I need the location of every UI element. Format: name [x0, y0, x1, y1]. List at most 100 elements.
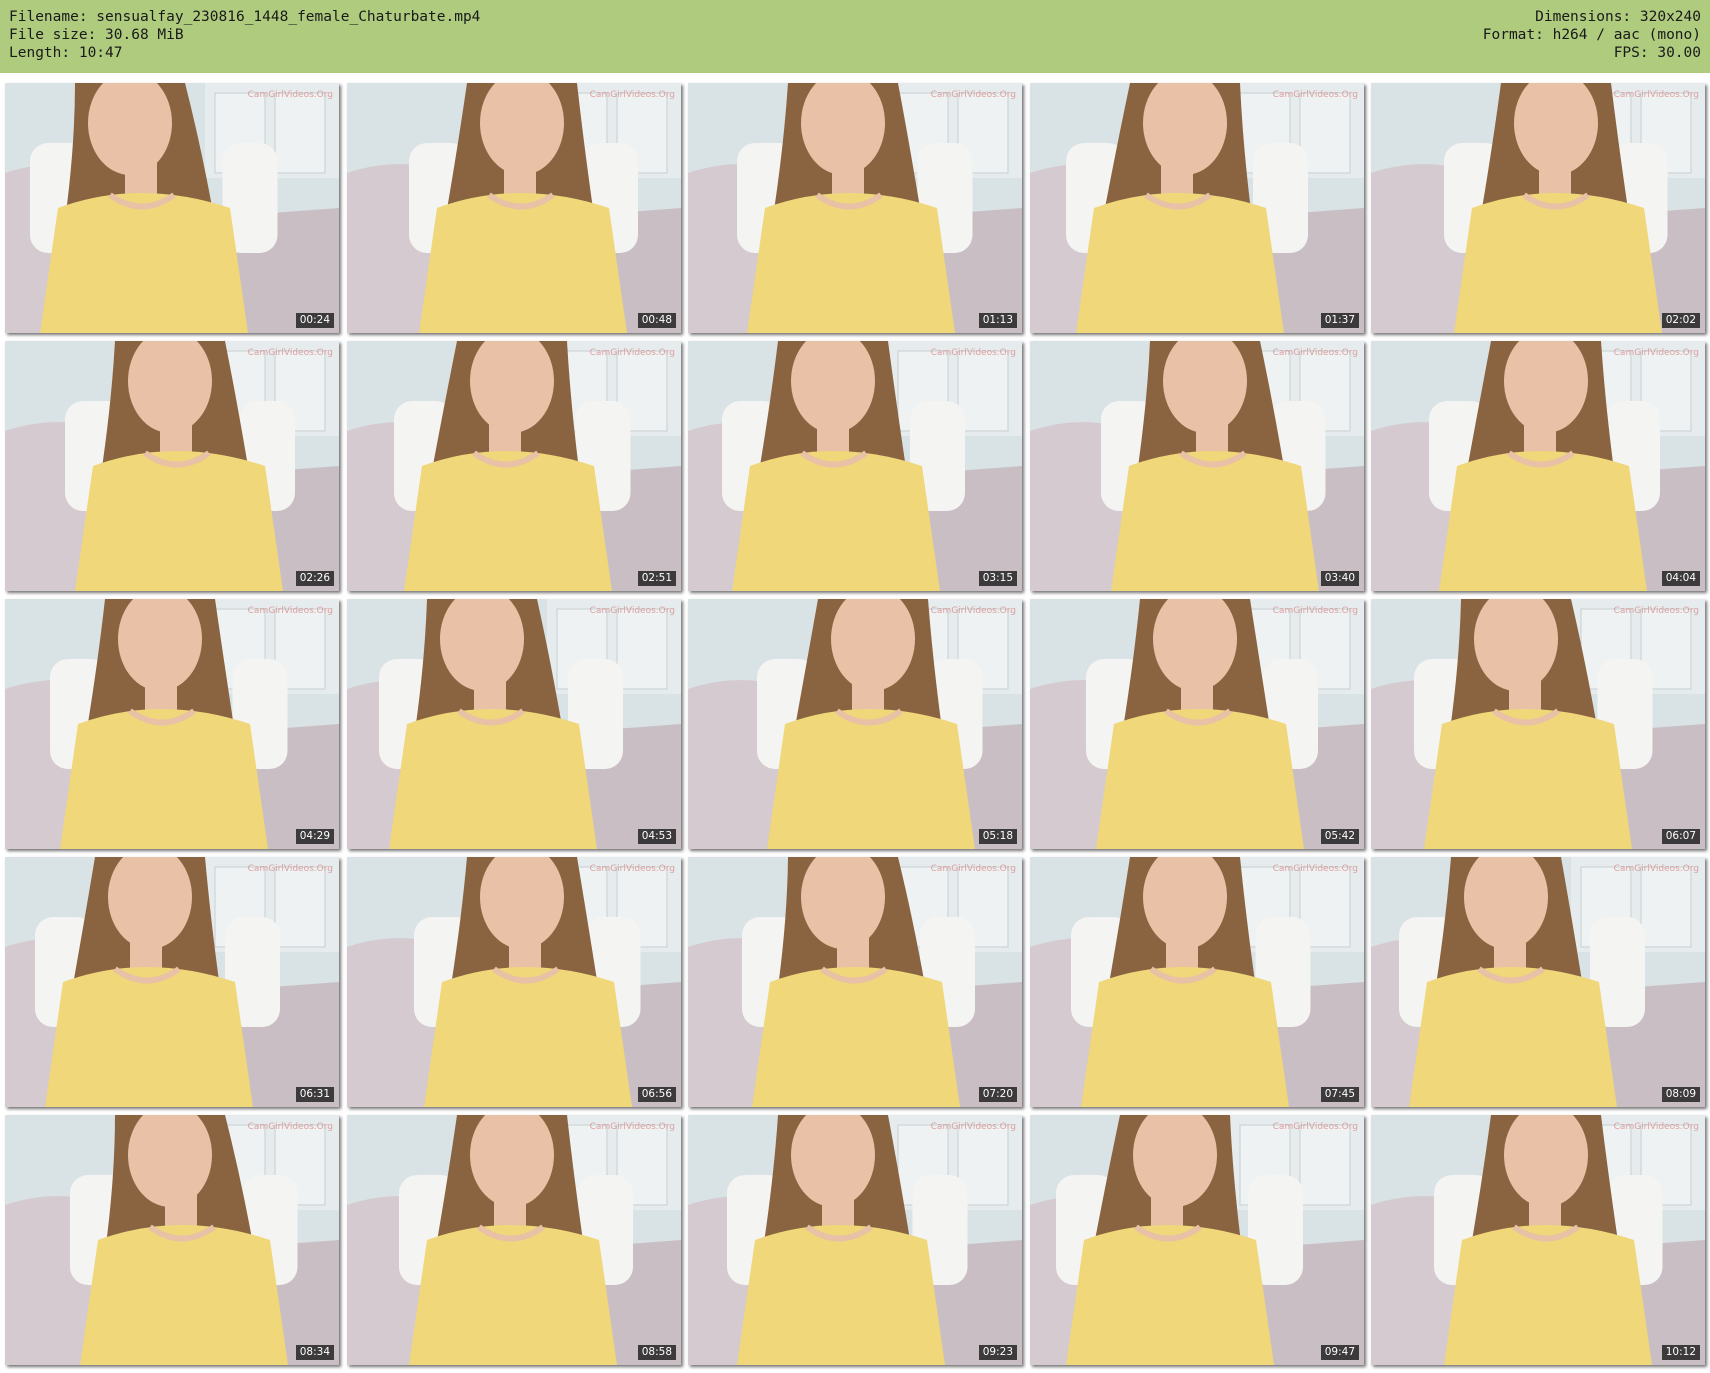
svg-text:CamGirlVideos.Org: CamGirlVideos.Org	[931, 90, 1016, 100]
frame-image: CamGirlVideos.Org	[5, 599, 339, 849]
svg-text:CamGirlVideos.Org: CamGirlVideos.Org	[590, 90, 675, 100]
filesize-text: File size: 30.68 MiB	[9, 27, 184, 43]
video-frame-thumbnail[interactable]: CamGirlVideos.Org 06:56	[347, 857, 681, 1107]
video-frame-thumbnail[interactable]: CamGirlVideos.Org 09:23	[688, 1115, 1022, 1365]
svg-text:CamGirlVideos.Org: CamGirlVideos.Org	[1614, 348, 1699, 358]
svg-text:CamGirlVideos.Org: CamGirlVideos.Org	[1614, 1122, 1699, 1132]
frame-image: CamGirlVideos.Org	[688, 1115, 1022, 1365]
video-frame-thumbnail[interactable]: CamGirlVideos.Org 03:15	[688, 341, 1022, 591]
video-frame-thumbnail[interactable]: CamGirlVideos.Org 01:37	[1030, 83, 1364, 333]
frame-image: CamGirlVideos.Org	[347, 857, 681, 1107]
fps-text: FPS: 30.00	[1613, 45, 1701, 61]
video-frame-thumbnail[interactable]: CamGirlVideos.Org 06:07	[1371, 599, 1705, 849]
timestamp-label: 02:51	[637, 571, 676, 586]
svg-text:CamGirlVideos.Org: CamGirlVideos.Org	[1273, 864, 1358, 874]
timestamp-label: 01:37	[1320, 313, 1359, 328]
video-frame-thumbnail[interactable]: CamGirlVideos.Org 06:31	[5, 857, 339, 1107]
frame-image: CamGirlVideos.Org	[5, 1115, 339, 1365]
contact-sheet-header: Filename: sensualfay_230816_1448_female_…	[0, 0, 1710, 73]
frame-image: CamGirlVideos.Org	[688, 341, 1022, 591]
timestamp-label: 05:42	[1320, 829, 1359, 844]
video-frame-thumbnail[interactable]: CamGirlVideos.Org 08:34	[5, 1115, 339, 1365]
svg-text:CamGirlVideos.Org: CamGirlVideos.Org	[931, 864, 1016, 874]
video-frame-thumbnail[interactable]: CamGirlVideos.Org 05:18	[688, 599, 1022, 849]
dimensions-text: Dimensions: 320x240	[1535, 9, 1701, 25]
video-frame-thumbnail[interactable]: CamGirlVideos.Org 04:53	[347, 599, 681, 849]
frame-image: CamGirlVideos.Org	[5, 341, 339, 591]
timestamp-label: 00:24	[295, 313, 334, 328]
frame-image: CamGirlVideos.Org	[688, 83, 1022, 333]
video-frame-thumbnail[interactable]: CamGirlVideos.Org 04:04	[1371, 341, 1705, 591]
frame-image: CamGirlVideos.Org	[1030, 341, 1364, 591]
length-text: Length: 10:47	[9, 45, 123, 61]
video-frame-thumbnail[interactable]: CamGirlVideos.Org 03:40	[1030, 341, 1364, 591]
frame-image: CamGirlVideos.Org	[1030, 1115, 1364, 1365]
svg-text:CamGirlVideos.Org: CamGirlVideos.Org	[1614, 606, 1699, 616]
format-text: Format: h264 / aac (mono)	[1482, 27, 1701, 43]
timestamp-label: 07:45	[1320, 1087, 1359, 1102]
svg-text:CamGirlVideos.Org: CamGirlVideos.Org	[1273, 90, 1358, 100]
timestamp-label: 04:04	[1661, 571, 1700, 586]
video-frame-thumbnail[interactable]: CamGirlVideos.Org 10:12	[1371, 1115, 1705, 1365]
video-frame-thumbnail[interactable]: CamGirlVideos.Org 05:42	[1030, 599, 1364, 849]
svg-text:CamGirlVideos.Org: CamGirlVideos.Org	[1614, 864, 1699, 874]
frame-image: CamGirlVideos.Org	[347, 1115, 681, 1365]
file-info-right: Dimensions: 320x240 Format: h264 / aac (…	[1483, 8, 1701, 62]
svg-text:CamGirlVideos.Org: CamGirlVideos.Org	[1273, 348, 1358, 358]
timestamp-label: 08:34	[295, 1345, 334, 1360]
timestamp-label: 09:47	[1320, 1345, 1359, 1360]
frame-image: CamGirlVideos.Org	[1371, 599, 1705, 849]
svg-text:CamGirlVideos.Org: CamGirlVideos.Org	[248, 90, 333, 100]
svg-text:CamGirlVideos.Org: CamGirlVideos.Org	[1273, 1122, 1358, 1132]
timestamp-label: 07:20	[978, 1087, 1017, 1102]
video-frame-thumbnail[interactable]: CamGirlVideos.Org 02:26	[5, 341, 339, 591]
svg-text:CamGirlVideos.Org: CamGirlVideos.Org	[590, 606, 675, 616]
video-frame-thumbnail[interactable]: CamGirlVideos.Org 07:45	[1030, 857, 1364, 1107]
frame-image: CamGirlVideos.Org	[5, 83, 339, 333]
timestamp-label: 00:48	[637, 313, 676, 328]
frame-image: CamGirlVideos.Org	[1030, 599, 1364, 849]
video-frame-thumbnail[interactable]: CamGirlVideos.Org 00:48	[347, 83, 681, 333]
video-frame-thumbnail[interactable]: CamGirlVideos.Org 08:58	[347, 1115, 681, 1365]
timestamp-label: 03:40	[1320, 571, 1359, 586]
svg-text:CamGirlVideos.Org: CamGirlVideos.Org	[931, 348, 1016, 358]
frame-image: CamGirlVideos.Org	[1371, 1115, 1705, 1365]
svg-text:CamGirlVideos.Org: CamGirlVideos.Org	[590, 348, 675, 358]
video-frame-thumbnail[interactable]: CamGirlVideos.Org 02:51	[347, 341, 681, 591]
timestamp-label: 09:23	[978, 1345, 1017, 1360]
svg-text:CamGirlVideos.Org: CamGirlVideos.Org	[1614, 90, 1699, 100]
thumbnail-grid: CamGirlVideos.Org 00:24 CamGirlVideos.Or…	[5, 83, 1705, 1368]
video-frame-thumbnail[interactable]: CamGirlVideos.Org 09:47	[1030, 1115, 1364, 1365]
timestamp-label: 06:07	[1661, 829, 1700, 844]
video-frame-thumbnail[interactable]: CamGirlVideos.Org 00:24	[5, 83, 339, 333]
frame-image: CamGirlVideos.Org	[688, 857, 1022, 1107]
video-frame-thumbnail[interactable]: CamGirlVideos.Org 01:13	[688, 83, 1022, 333]
filename-text: Filename: sensualfay_230816_1448_female_…	[9, 9, 481, 25]
timestamp-label: 06:31	[295, 1087, 334, 1102]
svg-text:CamGirlVideos.Org: CamGirlVideos.Org	[931, 606, 1016, 616]
timestamp-label: 08:58	[637, 1345, 676, 1360]
frame-image: CamGirlVideos.Org	[1030, 857, 1364, 1107]
frame-image: CamGirlVideos.Org	[688, 599, 1022, 849]
frame-image: CamGirlVideos.Org	[1371, 857, 1705, 1107]
video-frame-thumbnail[interactable]: CamGirlVideos.Org 08:09	[1371, 857, 1705, 1107]
frame-image: CamGirlVideos.Org	[347, 599, 681, 849]
frame-image: CamGirlVideos.Org	[1371, 341, 1705, 591]
timestamp-label: 06:56	[637, 1087, 676, 1102]
svg-text:CamGirlVideos.Org: CamGirlVideos.Org	[931, 1122, 1016, 1132]
timestamp-label: 08:09	[1661, 1087, 1700, 1102]
svg-text:CamGirlVideos.Org: CamGirlVideos.Org	[590, 1122, 675, 1132]
file-info-left: Filename: sensualfay_230816_1448_female_…	[9, 8, 480, 62]
video-frame-thumbnail[interactable]: CamGirlVideos.Org 04:29	[5, 599, 339, 849]
timestamp-label: 02:26	[295, 571, 334, 586]
timestamp-label: 10:12	[1661, 1345, 1700, 1360]
video-frame-thumbnail[interactable]: CamGirlVideos.Org 07:20	[688, 857, 1022, 1107]
frame-image: CamGirlVideos.Org	[347, 341, 681, 591]
svg-text:CamGirlVideos.Org: CamGirlVideos.Org	[1273, 606, 1358, 616]
frame-image: CamGirlVideos.Org	[1030, 83, 1364, 333]
video-frame-thumbnail[interactable]: CamGirlVideos.Org 02:02	[1371, 83, 1705, 333]
timestamp-label: 03:15	[978, 571, 1017, 586]
frame-image: CamGirlVideos.Org	[5, 857, 339, 1107]
timestamp-label: 04:29	[295, 829, 334, 844]
svg-text:CamGirlVideos.Org: CamGirlVideos.Org	[590, 864, 675, 874]
